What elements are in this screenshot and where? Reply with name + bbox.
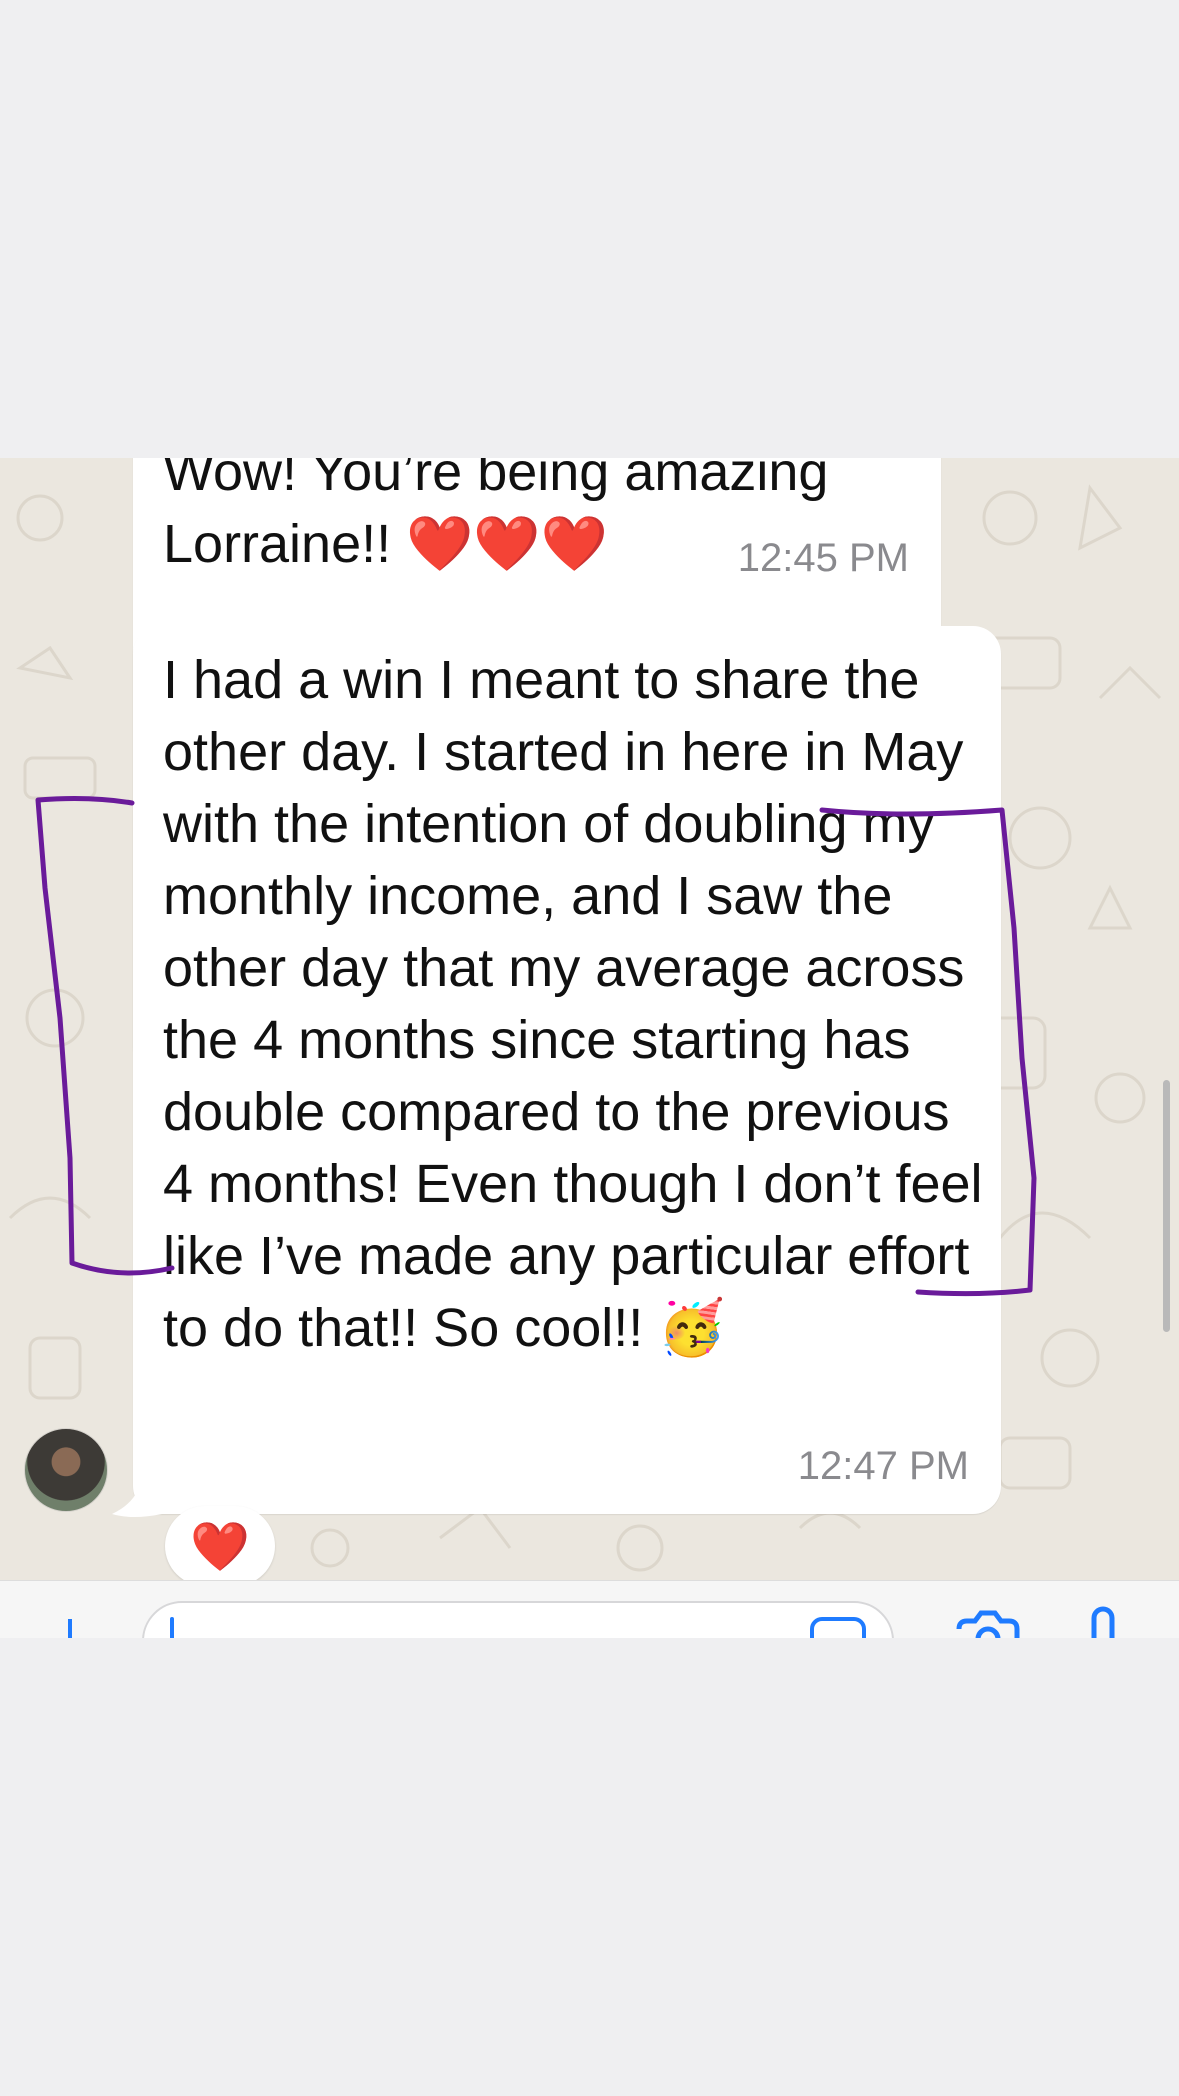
message-timestamp: 12:45 PM (737, 536, 909, 580)
message-timestamp: 12:47 PM (797, 1444, 969, 1488)
message-input[interactable] (142, 1601, 894, 1638)
heart-icon: ❤️ (190, 1520, 250, 1574)
message-bubble-incoming[interactable]: I had a win I meant to share the other d… (133, 626, 1001, 1514)
message-text: I had a win I meant to share the other d… (163, 650, 983, 1358)
sticker-icon[interactable] (810, 1617, 866, 1638)
chat-area[interactable]: Wow! You’re being amazing Lorraine!! ❤️❤… (0, 458, 1179, 1580)
screenshot-page: Wow! You’re being amazing Lorraine!! ❤️❤… (0, 0, 1179, 2096)
microphone-icon[interactable] (1090, 1605, 1116, 1638)
message-reaction[interactable]: ❤️ (165, 1506, 275, 1580)
camera-icon[interactable] (955, 1609, 1021, 1638)
text-cursor (170, 1617, 174, 1638)
bubble-tail (112, 1470, 162, 1517)
scrollbar[interactable] (1163, 1080, 1170, 1332)
message-input-bar (0, 1580, 1179, 1638)
plus-icon[interactable] (62, 1619, 78, 1638)
sender-avatar[interactable] (24, 1428, 108, 1512)
